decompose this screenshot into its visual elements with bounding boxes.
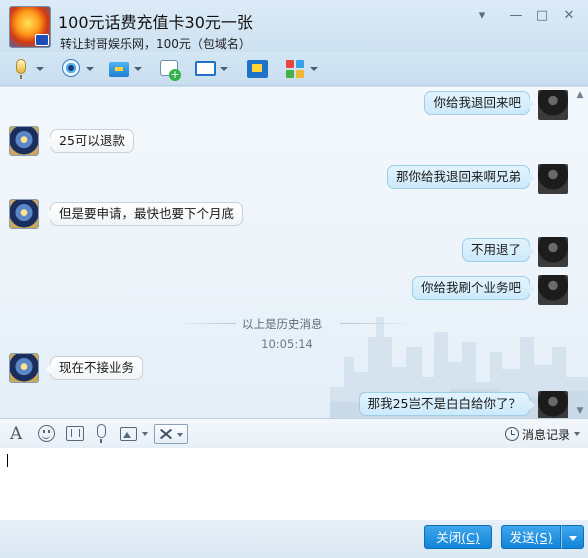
- remote-desktop-icon: [194, 58, 216, 80]
- scroll-up-icon[interactable]: ▲: [575, 90, 585, 100]
- chevron-down-icon[interactable]: [574, 432, 580, 436]
- my-avatar[interactable]: [538, 164, 568, 194]
- message-input[interactable]: [0, 448, 588, 520]
- apps-button[interactable]: [284, 57, 318, 81]
- close-button[interactable]: 关闭(C): [424, 525, 492, 549]
- send-file-button[interactable]: [108, 57, 142, 81]
- chevron-down-icon[interactable]: [220, 67, 228, 71]
- screenshot-scissors-icon: [159, 428, 171, 440]
- history-divider: 以上是历史消息: [176, 316, 412, 331]
- video-camera-icon: [60, 58, 82, 80]
- my-avatar[interactable]: [538, 391, 568, 418]
- contact-avatar[interactable]: [9, 353, 39, 383]
- message-bubble-theirs: 现在不接业务: [44, 356, 144, 380]
- message-bubble-mine: 那你给我退回来啊兄弟: [386, 165, 536, 189]
- my-avatar[interactable]: [538, 237, 568, 267]
- close-button-label: 关闭: [436, 530, 462, 545]
- file-transfer-icon: [108, 58, 130, 80]
- text-caret: [7, 454, 8, 467]
- my-avatar[interactable]: [538, 275, 568, 305]
- scroll-down-icon[interactable]: ▼: [575, 406, 585, 416]
- chat-title: 100元话费充值卡30元一张: [58, 13, 253, 32]
- chevron-down-icon[interactable]: [310, 67, 318, 71]
- microphone-icon: [10, 58, 32, 80]
- contact-avatar[interactable]: [9, 126, 39, 156]
- emoji-icon[interactable]: [38, 425, 55, 442]
- contact-avatar[interactable]: [9, 199, 39, 229]
- send-options-button[interactable]: [561, 525, 584, 549]
- screenshot-button[interactable]: [154, 424, 188, 444]
- close-button-shortcut: (C): [461, 530, 480, 545]
- chat-history-panel[interactable]: ▲ ▼ 你给我退回来吧 25可以退款 那你给我退回来啊兄弟 但是要申请，最快也要…: [0, 87, 588, 418]
- group-badge-icon: [35, 34, 49, 46]
- title-bar: 100元话费充值卡30元一张 转让封哥娱乐网，100元（包域名） ▾ — □ ✕: [0, 0, 588, 52]
- send-button-shortcut: (S): [534, 530, 553, 545]
- screen-share-icon: [246, 58, 268, 80]
- video-call-button[interactable]: [60, 57, 94, 81]
- send-button-label: 发送: [509, 530, 535, 545]
- message-history-button[interactable]: 消息记录: [504, 425, 580, 443]
- chevron-down-icon[interactable]: [134, 67, 142, 71]
- clock-icon: [504, 427, 519, 441]
- chevron-down-icon[interactable]: [142, 432, 148, 436]
- chevron-down-icon[interactable]: [177, 433, 183, 437]
- image-icon[interactable]: [120, 427, 137, 441]
- voice-message-icon[interactable]: [97, 424, 106, 443]
- my-avatar[interactable]: [538, 90, 568, 120]
- maximize-button[interactable]: □: [533, 8, 551, 24]
- group-avatar[interactable]: [9, 6, 51, 48]
- minimize-button[interactable]: —: [507, 8, 525, 24]
- font-icon[interactable]: A: [10, 425, 26, 443]
- message-bubble-mine: 你给我刷个业务吧: [411, 276, 536, 300]
- message-history-label: 消息记录: [521, 427, 570, 442]
- close-window-button[interactable]: ✕: [560, 8, 578, 24]
- history-divider-text: 以上是历史消息: [242, 317, 323, 331]
- gif-icon[interactable]: [66, 426, 84, 441]
- top-toolbar: [0, 52, 588, 86]
- bottom-bar: 关闭(C) 发送(S): [0, 520, 588, 558]
- screen-share-button[interactable]: [246, 57, 268, 81]
- chevron-down-icon[interactable]: [86, 67, 94, 71]
- add-member-icon: [158, 58, 181, 81]
- message-bubble-theirs: 25可以退款: [45, 129, 134, 153]
- message-timestamp: 10:05:14: [261, 337, 313, 351]
- chat-subtitle: 转让封哥娱乐网，100元（包域名）: [60, 37, 251, 51]
- message-bubble-theirs: 但是要申请，最快也要下个月底: [44, 202, 244, 226]
- apps-icon: [284, 58, 306, 80]
- message-bubble-mine: 你给我退回来吧: [424, 91, 535, 115]
- menu-dropdown-icon[interactable]: ▾: [473, 8, 491, 24]
- chevron-down-icon[interactable]: [36, 67, 44, 71]
- message-bubble-mine: 不用退了: [461, 238, 536, 262]
- add-member-button[interactable]: [158, 57, 181, 81]
- voice-call-button[interactable]: [10, 57, 44, 81]
- remote-desktop-button[interactable]: [194, 57, 228, 81]
- input-toolbar: A 消息记录: [0, 418, 588, 448]
- send-button[interactable]: 发送(S): [501, 525, 561, 549]
- message-bubble-mine: 那我25岂不是白白给你了？: [358, 392, 536, 416]
